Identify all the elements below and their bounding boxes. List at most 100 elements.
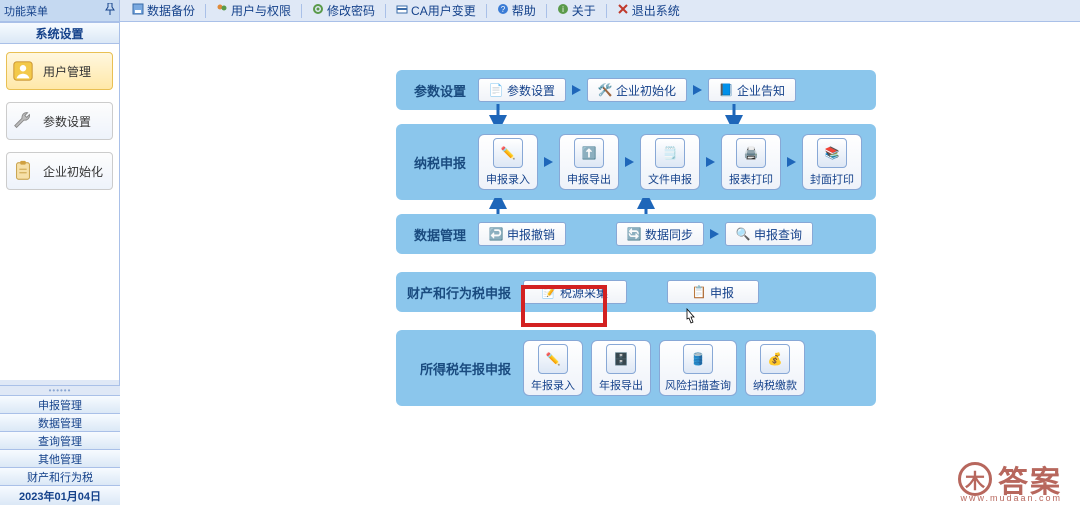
sidebar-collapse-query[interactable]: 查询管理 (0, 431, 120, 449)
gear-icon (312, 3, 324, 18)
panel-title: 所得税年报申报 (406, 359, 511, 378)
user-icon (11, 59, 35, 83)
btn-file-report[interactable]: 🗒️ 文件申报 (640, 134, 700, 190)
pin-icon[interactable] (105, 3, 115, 18)
pencil-icon: ✏️ (493, 138, 523, 168)
row: ✏️ 年报录入 🗄️ 年报导出 🛢️ 风险扫描查询 💰 纳税缴款 (523, 340, 805, 396)
btn-declare[interactable]: 📋 申报 (667, 280, 759, 304)
btn-report-input[interactable]: ✏️ 申报录入 (478, 134, 538, 190)
btn-risk-scan[interactable]: 🛢️ 风险扫描查询 (659, 340, 737, 396)
panel-data-mgmt: 数据管理 ↩️ 申报撤销 🔄 数据同步 🔍 申报查询 (396, 214, 876, 254)
arrow-icon (693, 85, 702, 95)
users-icon (216, 3, 228, 18)
pencil-icon: ✏️ (538, 344, 568, 374)
sidebar-collapse-data[interactable]: 数据管理 (0, 413, 120, 431)
undo-icon: ↩️ (489, 227, 503, 241)
scan-icon: 🛢️ (683, 344, 713, 374)
sidebar-item-label: 企业初始化 (43, 163, 103, 180)
sidebar-item-users[interactable]: 用户管理 (6, 52, 113, 90)
btn-enterprise-init[interactable]: 🛠️ 企业初始化 (587, 78, 687, 102)
sidebar-item-init[interactable]: 企业初始化 (6, 152, 113, 190)
flow-area: 参数设置 📄 参数设置 🛠️ 企业初始化 📘 企业告知 纳税申报 (396, 70, 876, 406)
sidebar-header: 功能菜单 (0, 0, 119, 22)
svg-text:?: ? (500, 5, 505, 14)
divider (546, 4, 547, 18)
panel-property-tax: 财产和行为税申报 📝 税源采集 📋 申报 (396, 272, 876, 312)
panel-title: 数据管理 (406, 225, 466, 244)
close-icon (617, 3, 629, 18)
content: 参数设置 📄 参数设置 🛠️ 企业初始化 📘 企业告知 纳税申报 (126, 28, 1080, 505)
db-icon: 🗄️ (606, 344, 636, 374)
arrow-icon (572, 85, 581, 95)
clipboard-icon (11, 159, 35, 183)
doc-icon: 📄 (489, 83, 503, 97)
btn-report-revoke[interactable]: ↩️ 申报撤销 (478, 222, 566, 246)
sidebar: 功能菜单 系统设置 用户管理 参数设置 企业初始化 •••••• 申报管 (0, 0, 120, 505)
btn-data-sync[interactable]: 🔄 数据同步 (616, 222, 704, 246)
btn-cover-print[interactable]: 📚 封面打印 (802, 134, 862, 190)
money-icon: 💰 (760, 344, 790, 374)
drag-handle[interactable]: •••••• (0, 385, 120, 395)
form-icon: 📋 (692, 285, 706, 299)
panel-income-tax: 所得税年报申报 ✏️ 年报录入 🗄️ 年报导出 🛢️ 风险扫描查询 (396, 330, 876, 406)
arrow-icon (787, 157, 796, 167)
upload-icon: ⬆️ (574, 138, 604, 168)
sidebar-collapse-property[interactable]: 财产和行为税 (0, 467, 120, 485)
file-icon: 🗒️ (655, 138, 685, 168)
btn-tax-pay[interactable]: 💰 纳税缴款 (745, 340, 805, 396)
sidebar-bottom: •••••• 申报管理 数据管理 查询管理 其他管理 财产和行为税 2023年0… (0, 385, 120, 505)
sidebar-item-params[interactable]: 参数设置 (6, 102, 113, 140)
cover-icon: 📚 (817, 138, 847, 168)
sidebar-header-label: 功能菜单 (4, 3, 48, 19)
watermark: 木 答案 www.mudaan.com (958, 457, 1062, 501)
divider (606, 4, 607, 18)
disk-icon (132, 3, 144, 18)
top-toolbar: 数据备份 用户与权限 修改密码 CA用户变更 ? 帮助 i 关于 退出系统 (0, 0, 1080, 22)
sidebar-collapse-other[interactable]: 其他管理 (0, 449, 120, 467)
wrench-icon (11, 109, 35, 133)
btn-annual-input[interactable]: ✏️ 年报录入 (523, 340, 583, 396)
printer-icon: 🖨️ (736, 138, 766, 168)
btn-tax-source[interactable]: 📝 税源采集 (523, 280, 627, 304)
info-icon: i (557, 3, 569, 18)
sidebar-date: 2023年01月04日 (0, 485, 120, 505)
btn-print-report[interactable]: 🖨️ 报表打印 (721, 134, 781, 190)
btn-enterprise-notice[interactable]: 📘 企业告知 (708, 78, 796, 102)
btn-annual-export[interactable]: 🗄️ 年报导出 (591, 340, 651, 396)
panel-title: 纳税申报 (406, 153, 466, 172)
panel-title: 参数设置 (406, 81, 466, 100)
watermark-sub: www.mudaan.com (960, 493, 1062, 503)
tb-user-perm[interactable]: 用户与权限 (214, 2, 293, 19)
divider (205, 4, 206, 18)
divider (385, 4, 386, 18)
tb-exit[interactable]: 退出系统 (615, 2, 682, 19)
tb-password[interactable]: 修改密码 (310, 2, 377, 19)
sidebar-collapse-report[interactable]: 申报管理 (0, 395, 120, 413)
book-icon: 📘 (719, 83, 733, 97)
panel-title: 财产和行为税申报 (406, 283, 511, 302)
btn-param-set[interactable]: 📄 参数设置 (478, 78, 566, 102)
arrow-icon (625, 157, 634, 167)
tb-help[interactable]: ? 帮助 (495, 2, 538, 19)
row: ✏️ 申报录入 ⬆️ 申报导出 🗒️ 文件申报 🖨️ 报表打印 (478, 134, 862, 190)
tb-backup[interactable]: 数据备份 (130, 2, 197, 19)
sidebar-section-label: 系统设置 (35, 25, 83, 42)
tool-icon: 🛠️ (598, 83, 612, 97)
tb-ca-change[interactable]: CA用户变更 (394, 2, 478, 19)
card-icon (396, 3, 408, 18)
search-icon: 🔍 (736, 227, 750, 241)
btn-report-export[interactable]: ⬆️ 申报导出 (559, 134, 619, 190)
divider (301, 4, 302, 18)
panel-tax-report: 纳税申报 ✏️ 申报录入 ⬆️ 申报导出 🗒️ 文件申报 🖨️ (396, 124, 876, 200)
arrow-icon (710, 229, 719, 239)
sidebar-section-system[interactable]: 系统设置 (0, 22, 119, 44)
sync-icon: 🔄 (627, 227, 641, 241)
sidebar-item-label: 参数设置 (43, 113, 91, 130)
watermark-icon: 木 (958, 462, 992, 496)
sidebar-item-label: 用户管理 (43, 63, 91, 80)
svg-text:i: i (562, 5, 564, 14)
sidebar-body: 用户管理 参数设置 企业初始化 (0, 44, 119, 380)
panel-params: 参数设置 📄 参数设置 🛠️ 企业初始化 📘 企业告知 (396, 70, 876, 110)
tb-about[interactable]: i 关于 (555, 2, 598, 19)
btn-report-query[interactable]: 🔍 申报查询 (725, 222, 813, 246)
